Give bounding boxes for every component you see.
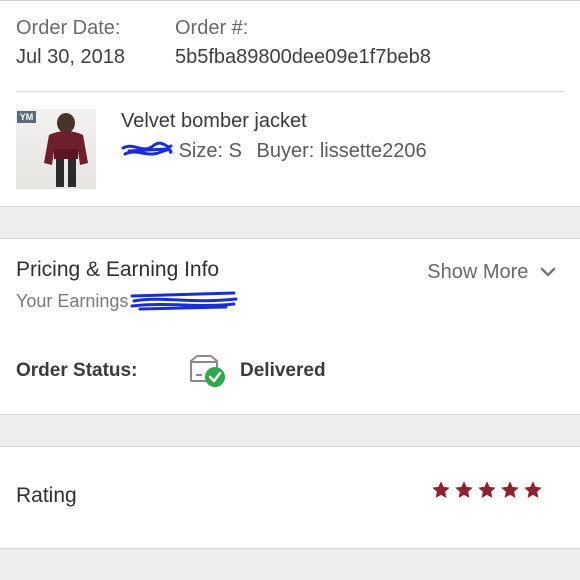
star-icon (455, 481, 473, 498)
earnings-label: Your Earnings (16, 291, 129, 311)
order-date-value: Jul 30, 2018 (16, 46, 125, 68)
redaction-scribble (121, 141, 173, 156)
order-summary-card: Order Date: Jul 30, 2018 Order #: 5b5fba… (0, 0, 580, 207)
order-number-label: Order #: (175, 17, 249, 39)
divider (16, 91, 564, 92)
brand-logo: YM (17, 111, 36, 123)
buyer-username[interactable]: Buyer: lissette2206 (256, 140, 426, 162)
pricing-section-title: Pricing & Earning Info (16, 258, 220, 281)
order-status-label: Order Status: (16, 360, 138, 381)
rating-stars (431, 480, 543, 500)
star-icon (501, 481, 519, 498)
item-size: Size: S (178, 140, 242, 162)
star-icon (432, 481, 450, 498)
jacket-model-image (44, 113, 88, 187)
item-thumbnail[interactable]: YM (16, 109, 96, 189)
order-status-card: Order Status: Delivered (0, 331, 580, 415)
pricing-earning-card: Pricing & Earning Info Your Earnings Sho… (0, 238, 580, 333)
star-icon (524, 481, 542, 498)
earnings-row: Your Earnings (16, 290, 238, 312)
order-date-label: Order Date: (16, 17, 121, 39)
rating-card: Rating (0, 446, 580, 549)
item-details: Size: S Buyer: lissette2206 (121, 140, 427, 163)
delivered-package-icon (190, 355, 225, 387)
item-title[interactable]: Velvet bomber jacket (121, 110, 307, 133)
redaction-scribble (130, 291, 238, 311)
rating-label: Rating (16, 484, 77, 507)
star-icon (478, 481, 496, 498)
chevron-down-icon (540, 267, 556, 277)
show-more-label: Show More (427, 261, 529, 283)
order-status-value: Delivered (240, 360, 326, 381)
show-more-button[interactable]: Show More (427, 261, 556, 284)
order-number-value: 5b5fba89800dee09e1f7beb8 (175, 46, 431, 68)
